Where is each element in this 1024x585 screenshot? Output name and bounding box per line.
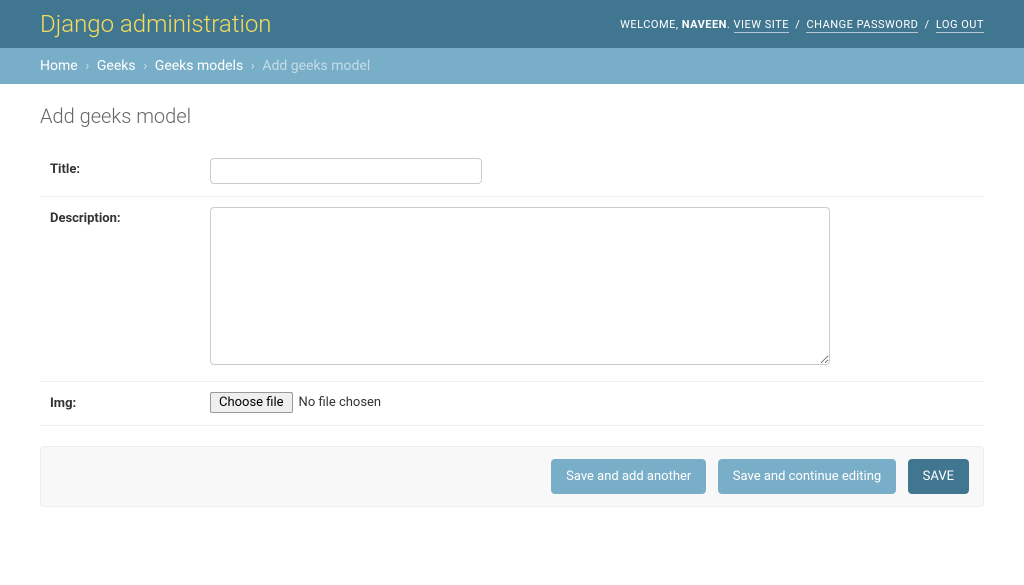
form-row-img: Img: Choose file No file chosen bbox=[40, 382, 984, 426]
breadcrumb-current: Add geeks model bbox=[262, 58, 370, 74]
description-label: Description: bbox=[50, 207, 210, 226]
welcome-sep: . bbox=[727, 18, 730, 31]
breadcrumb: Home › Geeks › Geeks models › Add geeks … bbox=[0, 48, 1024, 84]
view-site-link[interactable]: VIEW SITE bbox=[734, 18, 789, 33]
breadcrumb-home[interactable]: Home bbox=[40, 58, 78, 74]
branding-title: Django administration bbox=[40, 10, 272, 38]
username: NAVEEN bbox=[682, 18, 727, 31]
content-main: Add geeks model Title: Description: Img:… bbox=[0, 84, 1024, 527]
breadcrumb-app[interactable]: Geeks bbox=[97, 58, 136, 74]
save-continue-button[interactable] bbox=[718, 459, 896, 494]
breadcrumb-model[interactable]: Geeks models bbox=[155, 58, 243, 74]
change-password-link[interactable]: CHANGE PASSWORD bbox=[806, 18, 918, 33]
img-label: Img: bbox=[50, 392, 210, 411]
submit-row bbox=[40, 446, 984, 507]
breadcrumb-arrow: › bbox=[143, 58, 147, 74]
form-row-description: Description: bbox=[40, 197, 984, 382]
log-out-link[interactable]: LOG OUT bbox=[936, 18, 984, 33]
save-add-another-button[interactable] bbox=[551, 459, 706, 494]
description-textarea[interactable] bbox=[210, 207, 830, 365]
admin-header: Django administration WELCOME, NAVEEN. V… bbox=[0, 0, 1024, 48]
breadcrumb-arrow: › bbox=[85, 58, 89, 74]
breadcrumb-arrow: › bbox=[251, 58, 255, 74]
choose-file-button[interactable]: Choose file bbox=[210, 392, 293, 413]
separator: / bbox=[925, 18, 930, 31]
separator: / bbox=[795, 18, 800, 31]
title-label: Title: bbox=[50, 158, 210, 177]
file-status: No file chosen bbox=[299, 395, 382, 410]
welcome-text: WELCOME, bbox=[620, 18, 678, 31]
page-title: Add geeks model bbox=[40, 104, 984, 128]
form-row-title: Title: bbox=[40, 148, 984, 197]
user-tools: WELCOME, NAVEEN. VIEW SITE / CHANGE PASS… bbox=[620, 18, 984, 31]
title-input[interactable] bbox=[210, 158, 482, 184]
save-button[interactable] bbox=[908, 459, 969, 494]
